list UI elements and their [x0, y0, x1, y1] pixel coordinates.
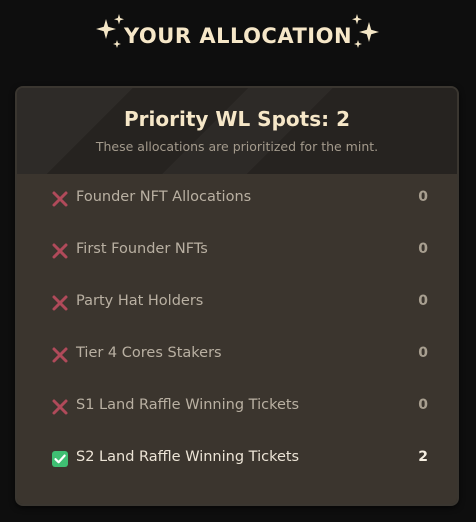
allocation-panel: Priority WL Spots: 2 These allocations a… [15, 86, 459, 506]
allocation-row-s2-land-raffle: S2 Land Raffle Winning Tickets 2 [17, 434, 457, 486]
allocation-header: YOUR ALLOCATION [0, 0, 476, 80]
allocation-value: 2 [418, 449, 428, 465]
cross-icon [52, 243, 68, 259]
check-icon [52, 451, 68, 467]
cross-icon [52, 295, 68, 311]
allocation-row-party-hat: Party Hat Holders 0 [17, 278, 457, 330]
allocation-label: Party Hat Holders [76, 293, 204, 309]
allocation-row-first-founder: First Founder NFTs 0 [17, 226, 457, 278]
allocation-value: 0 [418, 397, 428, 413]
allocation-value: 0 [418, 345, 428, 361]
allocation-list: Founder NFT Allocations 0 First Founder … [17, 174, 457, 504]
sparkle-icon [352, 14, 379, 48]
allocation-value: 0 [418, 241, 428, 257]
cross-icon [52, 399, 68, 415]
allocation-label: Tier 4 Cores Stakers [76, 345, 222, 361]
allocation-row-tier4-cores: Tier 4 Cores Stakers 0 [17, 330, 457, 382]
allocation-label: S2 Land Raffle Winning Tickets [76, 449, 300, 465]
allocation-row-founder-nft: Founder NFT Allocations 0 [17, 174, 457, 226]
cross-icon [52, 191, 68, 207]
cross-icon [52, 347, 68, 363]
page-title: YOUR ALLOCATION [123, 24, 353, 48]
allocation-row-s1-land-raffle: S1 Land Raffle Winning Tickets 0 [17, 382, 457, 434]
allocation-value: 0 [418, 189, 428, 205]
priority-wl-subtitle: These allocations are prioritized for th… [95, 139, 379, 154]
priority-wl-spots-title: Priority WL Spots: 2 [124, 107, 350, 131]
panel-header: Priority WL Spots: 2 These allocations a… [17, 88, 457, 175]
allocation-label: Founder NFT Allocations [76, 189, 252, 205]
allocation-label: S1 Land Raffle Winning Tickets [76, 397, 300, 413]
allocation-value: 0 [418, 293, 428, 309]
allocation-label: First Founder NFTs [76, 241, 208, 257]
